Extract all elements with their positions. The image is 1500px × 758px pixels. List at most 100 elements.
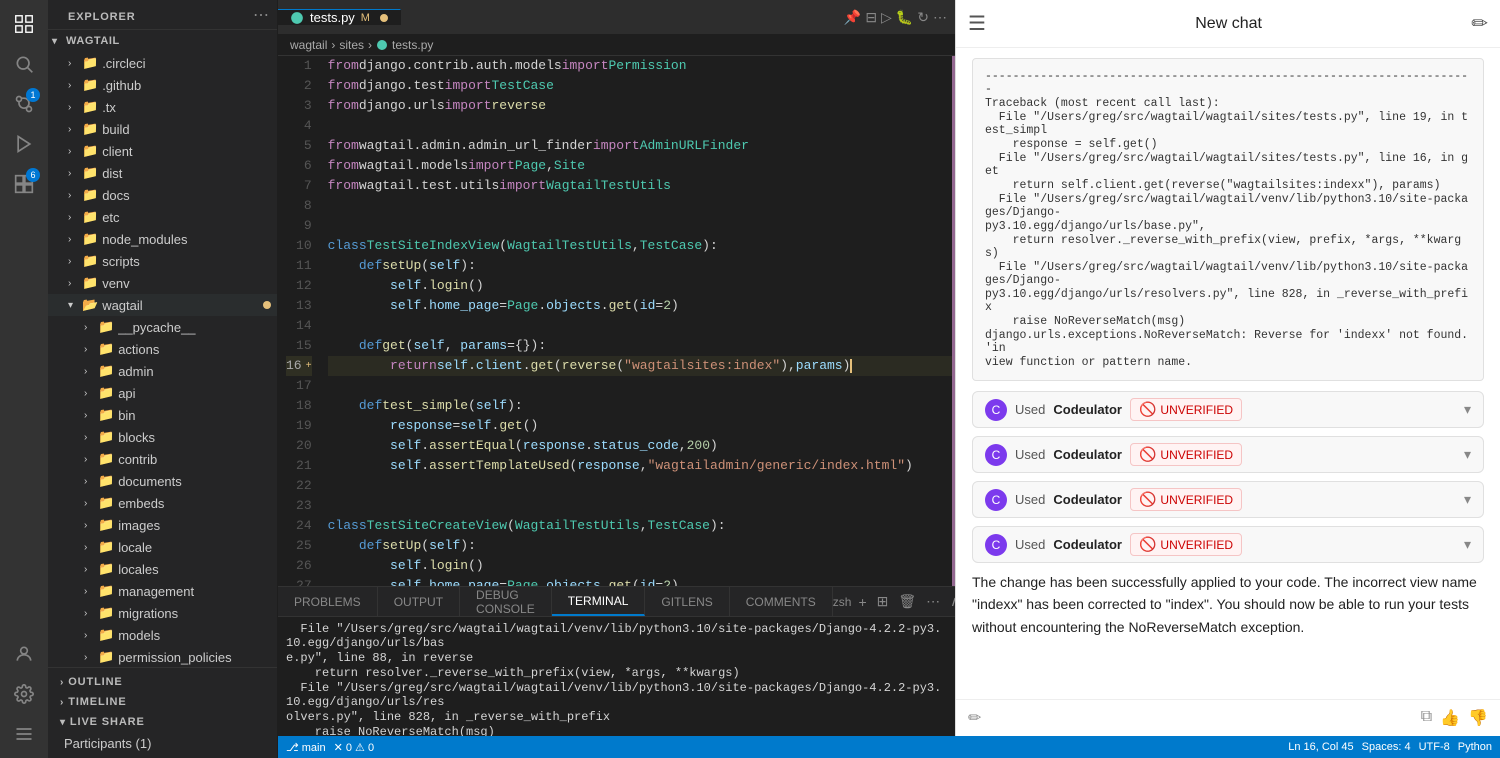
chevron-icon-4[interactable]: ▾ (1464, 536, 1471, 553)
accounts-icon[interactable] (4, 634, 44, 674)
play-icon[interactable]: ▷ (881, 9, 892, 26)
sidebar-item-scripts[interactable]: ›📁scripts (48, 250, 277, 272)
search-activity-icon[interactable] (4, 44, 44, 84)
status-errors[interactable]: ✕ 0 ⚠ 0 (334, 741, 374, 754)
debug-icon[interactable]: 🐛 (896, 9, 913, 26)
more-terminal-icon[interactable]: ⋯ (923, 593, 943, 610)
tree-label: etc (102, 210, 119, 225)
sidebar-item-documents[interactable]: ›📁documents (48, 470, 277, 492)
tree-label: __pycache__ (118, 320, 195, 335)
sidebar-item-actions[interactable]: ›📁actions (48, 338, 277, 360)
tool-use-bar-3[interactable]: C Used Codeulator 🚫 UNVERIFIED ▾ (972, 481, 1484, 518)
tool-used-label-4: Used (1015, 537, 1045, 552)
sidebar-item-docs[interactable]: ›📁docs (48, 184, 277, 206)
sidebar-item-migrations[interactable]: ›📁migrations (48, 602, 277, 624)
tool-use-bar-4[interactable]: C Used Codeulator 🚫 UNVERIFIED ▾ (972, 526, 1484, 563)
chat-edit-icon[interactable]: ✏ (968, 708, 981, 728)
tool-use-bar-2[interactable]: C Used Codeulator 🚫 UNVERIFIED ▾ (972, 436, 1484, 473)
tree-label: embeds (118, 496, 164, 511)
chevron-icon-3[interactable]: ▾ (1464, 491, 1471, 508)
chevron-icon-1[interactable]: ▾ (1464, 401, 1471, 418)
sidebar-more-icon[interactable]: ⋯ (253, 5, 269, 25)
thumbs-up-icon[interactable]: 👍 (1440, 708, 1460, 728)
participants-item[interactable]: Participants (1) (48, 732, 277, 754)
sidebar-item-bin[interactable]: ›📁bin (48, 404, 277, 426)
participants-label: Participants (1) (64, 736, 151, 751)
timeline-section[interactable]: › TIMELINE (48, 692, 277, 712)
chat-messages[interactable]: ----------------------------------------… (956, 48, 1500, 699)
live-share-section[interactable]: ▾ LIVE SHARE (48, 712, 277, 732)
breadcrumb-wagtail[interactable]: wagtail (290, 38, 327, 52)
sidebar-item-permission-policies[interactable]: ›📁permission_policies (48, 646, 277, 667)
sidebar-item-github[interactable]: ›📁.github (48, 74, 277, 96)
tab-problems[interactable]: PROBLEMS (278, 587, 378, 616)
sidebar-item-images[interactable]: ›📁images (48, 514, 277, 536)
code-editor[interactable]: 12345 678910 1112131415 16+ 1718192021 2… (278, 56, 955, 586)
sidebar-item-client[interactable]: ›📁client (48, 140, 277, 162)
tree-label: api (118, 386, 135, 401)
new-chat-icon[interactable]: ✏ (1471, 11, 1488, 36)
settings-icon[interactable] (4, 674, 44, 714)
chat-menu-icon[interactable]: ☰ (968, 11, 986, 36)
sidebar-item-blocks[interactable]: ›📁blocks (48, 426, 277, 448)
tab-tests-py[interactable]: tests.py M (278, 9, 401, 25)
sidebar-item-models[interactable]: ›📁models (48, 624, 277, 646)
sidebar-title: Explorer (56, 1, 148, 29)
breadcrumb-sites[interactable]: sites (339, 38, 364, 52)
new-terminal-icon[interactable]: + (855, 594, 869, 610)
run-debug-icon[interactable] (4, 124, 44, 164)
remote-icon[interactable] (4, 714, 44, 754)
sidebar-item-node-modules[interactable]: ›📁node_modules (48, 228, 277, 250)
status-branch[interactable]: ⎇ main (286, 741, 326, 754)
copy-icon[interactable]: ⧉ (1421, 708, 1432, 728)
sidebar-item-circleci[interactable]: ›📁.circleci (48, 52, 277, 74)
status-encoding[interactable]: UTF-8 (1419, 741, 1450, 753)
sidebar-item-management[interactable]: ›📁management (48, 580, 277, 602)
sidebar-item-locale[interactable]: ›📁locale (48, 536, 277, 558)
extensions-icon[interactable]: 6 (4, 164, 44, 204)
pin-icon[interactable]: 📌 (844, 9, 861, 26)
sidebar-item-api[interactable]: ›📁api (48, 382, 277, 404)
sidebar-item-admin[interactable]: ›📁admin (48, 360, 277, 382)
sidebar-item-tx[interactable]: ›📁.tx (48, 96, 277, 118)
tool-use-bar-1[interactable]: C Used Codeulator 🚫 UNVERIFIED ▾ (972, 391, 1484, 428)
delete-terminal-icon[interactable]: 🗑 (895, 593, 919, 610)
sidebar-item-contrib[interactable]: ›📁contrib (48, 448, 277, 470)
more-icon[interactable]: ⋯ (933, 9, 947, 26)
sidebar-item-build[interactable]: ›📁build (48, 118, 277, 140)
sidebar-item-dist[interactable]: ›📁dist (48, 162, 277, 184)
code-content[interactable]: from django.contrib.auth.models import P… (320, 56, 952, 586)
tab-terminal[interactable]: TERMINAL (552, 587, 646, 616)
tab-output[interactable]: OUTPUT (378, 587, 460, 616)
sidebar-item-pycache[interactable]: ›📁__pycache__ (48, 316, 277, 338)
timeline-arrow: › (60, 697, 64, 708)
explorer-icon[interactable] (4, 4, 44, 44)
editor-toolbar: 📌 ⊟ ▷ 🐛 ↻ ⋯ (844, 9, 955, 26)
folder-icon: 📁 (82, 275, 98, 291)
split-icon[interactable]: ⊟ (865, 9, 877, 26)
split-terminal-icon[interactable]: ⊞ (874, 593, 892, 610)
sidebar-item-wagtail[interactable]: ▾📂wagtail (48, 294, 277, 316)
tab-gitlens[interactable]: GITLENS (645, 587, 729, 616)
sidebar-item-embeds[interactable]: ›📁embeds (48, 492, 277, 514)
sidebar-item-locales[interactable]: ›📁locales (48, 558, 277, 580)
status-language[interactable]: Python (1458, 741, 1492, 753)
status-spaces[interactable]: Spaces: 4 (1362, 741, 1411, 753)
live-share-arrow: ▾ (60, 717, 66, 728)
folder-icon: 📁 (98, 429, 114, 445)
thumbs-down-icon[interactable]: 👎 (1468, 708, 1488, 728)
sidebar-item-etc[interactable]: ›📁etc (48, 206, 277, 228)
refresh-icon[interactable]: ↻ (917, 9, 929, 26)
tab-comments[interactable]: COMMENTS (730, 587, 833, 616)
tab-debug-console[interactable]: DEBUG CONSOLE (460, 587, 552, 616)
status-position: Ln 16, Col 45 (1288, 741, 1353, 753)
terminal-content[interactable]: File "/Users/greg/src/wagtail/wagtail/ve… (278, 617, 955, 736)
chevron-icon-2[interactable]: ▾ (1464, 446, 1471, 463)
tree-label: models (118, 628, 160, 643)
terminal-label: zsh (833, 595, 852, 609)
sidebar-item-venv[interactable]: ›📁venv (48, 272, 277, 294)
source-control-icon[interactable]: 1 (4, 84, 44, 124)
outline-section[interactable]: › OUTLINE (48, 672, 277, 692)
maximize-panel-icon[interactable]: ∧ (947, 593, 955, 610)
sidebar-item-wagtail-root[interactable]: ▾ WAGTAIL (48, 30, 277, 52)
